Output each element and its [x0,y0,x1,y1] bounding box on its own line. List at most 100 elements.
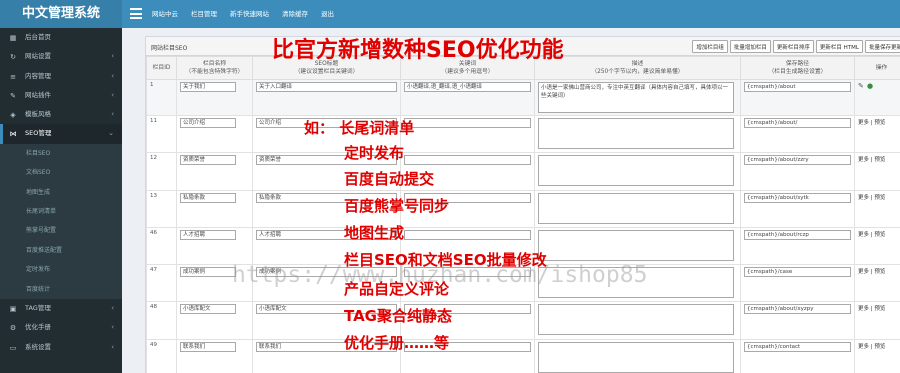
sidebar-item-seo[interactable]: ⋈ SEO管理 ⌄ [0,124,122,144]
keywords-input[interactable] [404,155,531,166]
sidebar: ▦ 后台首页 ↻ 网站设置 ‹ ≡ 内容管理 ‹ ✎ 网站插件 ‹ ◈ 模板风格… [0,28,122,373]
sidebar-item-system[interactable]: ▭ 系统设置 ‹ [0,338,122,357]
top-nav-link[interactable]: 栏目管理 [191,0,217,28]
save-path-input[interactable]: {cmspath}/case [744,267,851,278]
batch-add-column-button[interactable]: 批量增加栏目 [729,40,771,53]
toolbar: 增加栏目组 批量增加栏目 更新栏目排序 更新栏目 HTML 批量保存更新 [690,40,900,53]
row-actions[interactable]: 更多 | 预览 [858,342,900,350]
batch-save-button[interactable]: 批量保存更新 [864,40,900,53]
table-row: 11 公司介绍 公司介绍 {cmspath}/about/更多 | 预览 [146,114,900,154]
update-sort-button[interactable]: 更新栏目排序 [772,40,814,53]
save-path-input[interactable]: {cmspath}/about/ [744,118,851,128]
description-textarea[interactable] [538,192,734,224]
save-path-input[interactable]: {cmspath}/about/zzry [744,155,851,166]
seo-title-input[interactable]: 关于入口翻译 [256,82,397,92]
sidebar-item-content[interactable]: ≡ 内容管理 ‹ [0,67,122,86]
sidebar-item-label: 模板风格 [25,110,51,119]
column-name-input[interactable]: 私隐条款 [180,192,236,203]
cell-id: 11 [146,114,177,154]
plug-icon: ✎ [10,91,16,100]
chevron-left-icon: ‹ [111,110,114,119]
submenu-item[interactable]: 定时发布 [0,260,122,279]
save-path-input[interactable]: {cmspath}/about [744,82,851,92]
top-nav-link[interactable]: 网站中云 [152,0,178,28]
row-actions[interactable]: 更多 | 预览 [858,304,900,312]
promo-headline: 比官方新增数种SEO优化功能 [272,38,564,63]
sidebar-item-tag[interactable]: ▣ TAG管理 ‹ [0,299,122,318]
chevron-down-icon: ⌄ [108,129,114,138]
sidebar-item-home[interactable]: ▦ 后台首页 [0,28,122,47]
description-textarea[interactable] [538,304,734,336]
sidebar-item-label: SEO管理 [25,129,52,138]
save-path-input[interactable]: {cmspath}/contact [744,341,851,352]
sidebar-item-label: 网站设置 [25,52,51,61]
sidebar-item-label: TAG管理 [25,303,51,312]
column-header: 保存路径 （栏目生成路径设置） [740,56,855,80]
row-actions[interactable]: 更多 | 预览 [858,118,900,126]
sidebar-item-site-settings[interactable]: ↻ 网站设置 ‹ [0,47,122,66]
sidebar-item-templates[interactable]: ◈ 模板风格 ‹ [0,105,122,124]
description-textarea[interactable] [538,155,734,187]
submenu-item[interactable]: 百度推送配置 [0,241,122,260]
keywords-input[interactable] [404,229,531,240]
top-nav-link[interactable]: 清除缓存 [282,0,308,28]
column-header-title: 描述 [631,61,644,67]
submenu-item[interactable]: 栏目SEO [0,144,122,163]
update-html-button[interactable]: 更新栏目 HTML [815,40,863,53]
cell-id: 48 [146,301,177,340]
row-actions[interactable]: 更多 | 预览 [858,230,900,238]
brand-title[interactable]: 中文管理系统 [0,0,122,28]
save-path-input[interactable]: {cmspath}/about/rczp [744,229,851,240]
column-header: 描述 （250个字节以内，建议简单易懂） [534,56,741,80]
preview-icon[interactable]: ● [867,83,874,90]
column-header-title: 栏目名称 [202,61,227,67]
edit-icon[interactable]: ✎ [858,83,865,90]
description-textarea[interactable] [538,229,734,261]
main-content: 网站栏目SEO 增加栏目组 批量增加栏目 更新栏目排序 更新栏目 HTML 批量… [122,28,900,373]
sidebar-item-label: 网站插件 [25,90,51,99]
sidebar-item-label: 内容管理 [25,71,51,80]
submenu-item[interactable]: 文档SEO [0,163,122,182]
sidebar-item-plugins[interactable]: ✎ 网站插件 ‹ [0,86,122,105]
column-header-title: 操作 [875,65,888,71]
row-actions[interactable]: 更多 | 预览 [858,267,900,275]
sidebar-submenu: 栏目SEO 文档SEO 地图生成 长尾词清单 熊掌号配置 百度推送配置 定时发布… [0,143,122,299]
column-name-input[interactable]: 公司介绍 [180,118,236,128]
submenu-item[interactable]: 熊掌号配置 [0,221,122,240]
column-header: 栏目名称 （不能包含特殊字符） [176,56,253,80]
column-name-input[interactable]: 关于我们 [180,82,236,92]
column-name-input[interactable]: 成功案例 [180,267,236,278]
column-header-hint: （建议设置栏目关键词） [294,69,359,75]
submenu-item[interactable]: 百度统计 [0,280,122,299]
add-column-group-button[interactable]: 增加栏目组 [692,40,728,53]
chevron-left-icon: ‹ [111,90,114,99]
description-textarea[interactable] [538,118,734,149]
row-actions[interactable]: 更多 | 预览 [858,193,900,201]
save-path-input[interactable]: {cmspath}/about/xyzpy [744,304,851,315]
top-nav-link[interactable]: 退出 [321,0,334,28]
keywords-input[interactable]: 小语翻译,语_翻译,语_小语翻译 [404,82,531,92]
column-header-hint: （建议多个用逗号） [441,69,494,75]
description-textarea[interactable] [538,341,734,373]
column-name-input[interactable]: 资质荣誉 [180,155,236,166]
cell-id: 46 [146,226,177,266]
sidebar-item-label: 后台首页 [25,33,51,41]
column-name-input[interactable]: 人才招聘 [180,229,236,240]
chevron-left-icon: ‹ [111,342,114,351]
column-name-input[interactable]: 小语库配文 [180,304,236,315]
submenu-item[interactable]: 地图生成 [0,183,122,202]
menu-toggle-icon[interactable] [130,8,142,19]
keywords-input[interactable] [404,118,531,128]
save-path-input[interactable]: {cmspath}/about/sytk [744,192,851,203]
top-nav-link[interactable]: 新手快速网站 [230,0,269,28]
chevron-left-icon: ‹ [111,323,114,332]
dashboard-icon: ▦ [9,34,17,42]
row-actions: ✎ ● [858,83,900,90]
submenu-item[interactable]: 长尾词清单 [0,202,122,221]
row-actions[interactable]: 更多 | 预览 [858,155,900,163]
description-textarea[interactable]: 小语是一家佛山营商公司，专注中英互翻译（具体内容自己填写，具体项以一些关键词） [538,82,734,113]
column-header-title: 保存路径 [785,61,810,67]
column-name-input[interactable]: 联系我们 [180,341,236,352]
sidebar-item-manual[interactable]: ⚙ 优化手册 ‹ [0,318,122,337]
gear-icon: ⚙ [9,324,17,333]
